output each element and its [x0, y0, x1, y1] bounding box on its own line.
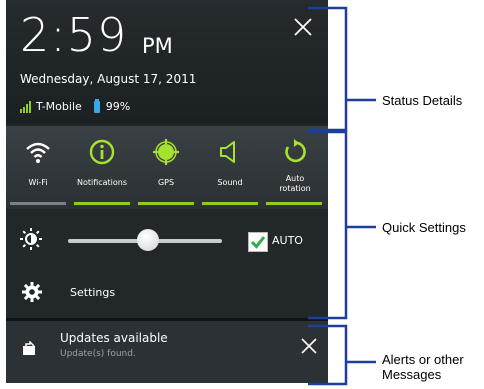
quick-settings-annotation: Quick Settings [382, 220, 466, 235]
status-details-bracket [308, 6, 348, 132]
alerts-bracket [308, 324, 348, 386]
annotation-brackets [308, 6, 376, 386]
status-details-annotation: Status Details [382, 93, 463, 108]
alerts-annotation: Alerts or other Messages [382, 352, 464, 382]
quick-settings-bracket [308, 130, 348, 320]
